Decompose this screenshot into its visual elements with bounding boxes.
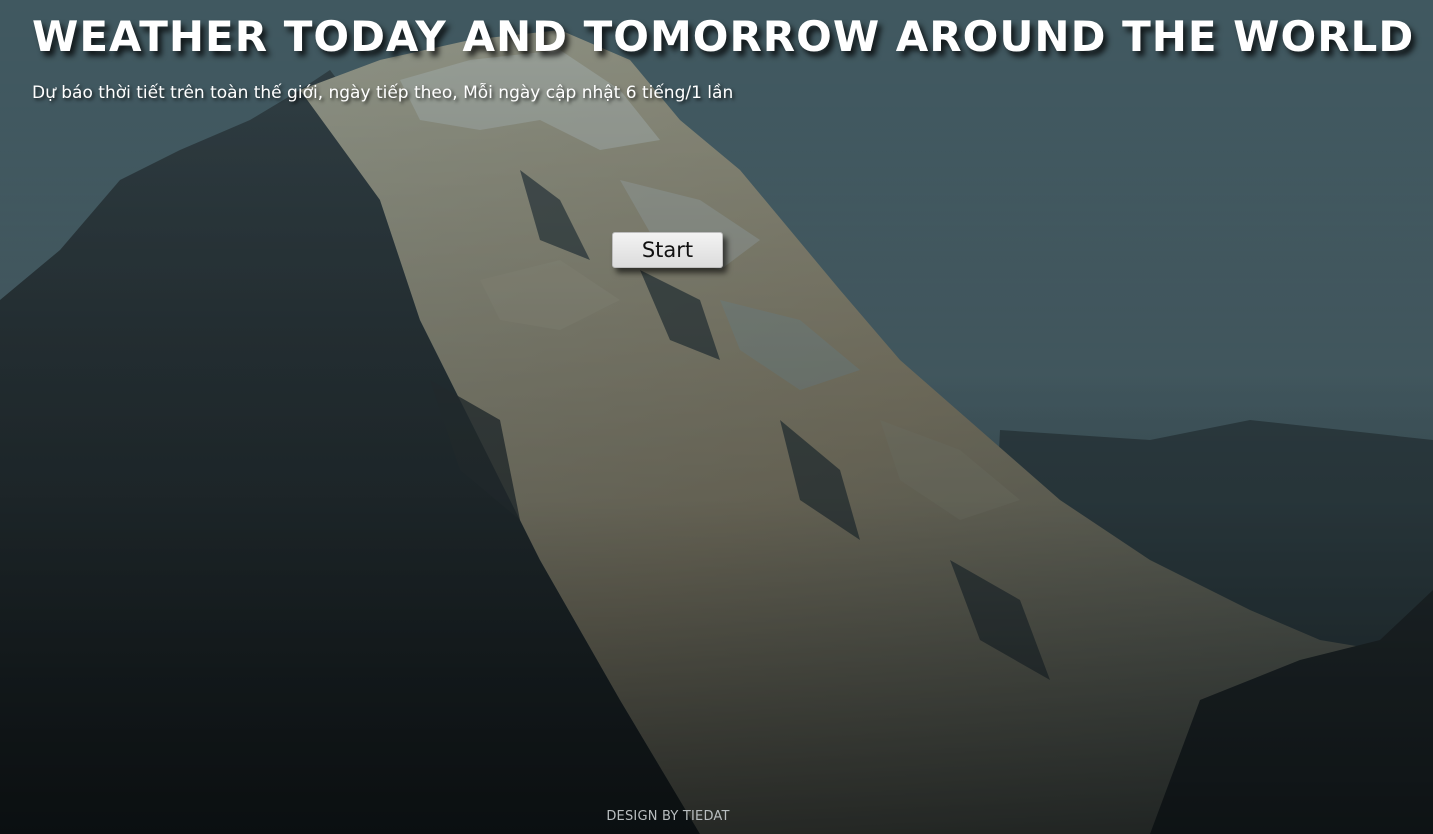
page-subtitle: Dự báo thời tiết trên toàn thế giới, ngà… bbox=[32, 83, 734, 103]
start-button[interactable]: Start bbox=[612, 232, 723, 268]
background-mountain-image bbox=[0, 0, 1433, 834]
page-title: WEATHER TODAY AND TOMORROW AROUND THE WO… bbox=[32, 12, 1415, 61]
footer-credit: DESIGN BY TIEDAT bbox=[606, 809, 730, 824]
